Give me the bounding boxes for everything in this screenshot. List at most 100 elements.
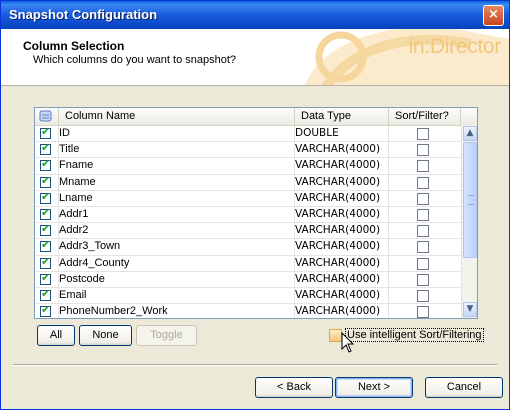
checkmark-icon: ✔ — [41, 238, 51, 252]
grid-header: Column Name Data Type Sort/Filter? — [35, 108, 477, 126]
table-row[interactable]: ✔ Postcode VARCHAR(4000) — [35, 271, 461, 288]
table-row[interactable]: ✔ Addr1 VARCHAR(4000) — [35, 205, 461, 224]
column-name-cell: Addr1 — [59, 207, 89, 220]
title-bar[interactable]: Snapshot Configuration × — [1, 1, 509, 29]
include-column-checkbox[interactable]: ✔ — [40, 271, 51, 285]
include-column-checkbox[interactable]: ✔ — [40, 141, 51, 156]
include-column-checkbox[interactable]: ✔ — [40, 303, 51, 318]
include-column-checkbox[interactable]: ✔ — [40, 254, 51, 269]
back-button[interactable]: < Back — [255, 377, 333, 398]
table-row[interactable]: ✔ Addr4_County VARCHAR(4000) — [35, 254, 461, 272]
data-type-cell: VARCHAR(4000) — [295, 175, 381, 188]
column-name-cell: Mname — [59, 175, 96, 188]
data-type-cell: VARCHAR(4000) — [295, 272, 381, 285]
include-column-checkbox[interactable]: ✔ — [40, 222, 51, 237]
grid-options-icon — [39, 110, 52, 122]
column-name-cell: ID — [59, 127, 70, 139]
table-row[interactable]: ✔ PhoneNumber2_Work VARCHAR(4000) — [35, 303, 461, 318]
cancel-button[interactable]: Cancel — [425, 377, 503, 398]
data-type-cell: VARCHAR(4000) — [295, 191, 381, 204]
checkmark-icon: ✔ — [41, 189, 51, 203]
column-name-cell: Addr2 — [59, 224, 89, 237]
table-row[interactable]: ✔ ID DOUBLE — [35, 125, 461, 143]
footer-separator — [13, 364, 497, 366]
wizard-header: in:Director Column Selection Which colum… — [1, 29, 509, 86]
sort-filter-checkbox[interactable] — [417, 208, 429, 221]
checkmark-icon: ✔ — [41, 303, 51, 317]
checkmark-icon: ✔ — [41, 222, 51, 236]
close-button[interactable]: × — [483, 5, 504, 26]
sort-filter-checkbox[interactable] — [417, 273, 429, 286]
data-type-cell: VARCHAR(4000) — [295, 240, 381, 253]
sort-filter-checkbox[interactable] — [417, 144, 429, 157]
sort-filter-checkbox[interactable] — [417, 225, 429, 238]
column-name-cell: Postcode — [59, 272, 105, 285]
table-row[interactable]: ✔ Addr2 VARCHAR(4000) — [35, 222, 461, 240]
column-name-cell: Email — [59, 288, 87, 301]
include-column-checkbox[interactable]: ✔ — [40, 205, 51, 220]
include-column-checkbox[interactable]: ✔ — [40, 238, 51, 253]
include-column-checkbox[interactable]: ✔ — [40, 286, 51, 301]
sort-filter-checkbox[interactable] — [417, 289, 429, 302]
toggle-button: Toggle — [136, 325, 197, 346]
sort-filter-checkbox[interactable] — [417, 306, 429, 318]
column-name-cell: Addr4_County — [59, 256, 130, 269]
sort-filter-checkbox[interactable] — [417, 128, 429, 140]
mouse-cursor-icon — [341, 332, 355, 353]
table-row[interactable]: ✔ Lname VARCHAR(4000) — [35, 189, 461, 207]
checkmark-icon: ✔ — [41, 141, 51, 155]
scroll-thumb[interactable] — [463, 142, 477, 258]
scroll-up-icon[interactable]: ▲ — [463, 126, 477, 141]
all-button[interactable]: All — [37, 325, 75, 346]
data-type-cell: VARCHAR(4000) — [295, 143, 381, 156]
column-grid: Column Name Data Type Sort/Filter? ✔ ID DO… — [34, 107, 478, 319]
column-name-cell: PhoneNumber2_Work — [59, 305, 168, 318]
vertical-scrollbar[interactable]: ▲ ▼ — [461, 125, 477, 318]
next-button[interactable]: Next > — [335, 377, 413, 398]
sort-filter-header[interactable]: Sort/Filter? — [389, 108, 461, 125]
column-name-cell: Title — [59, 143, 80, 156]
data-type-cell: VARCHAR(4000) — [295, 256, 381, 269]
column-name-cell: Lname — [59, 191, 93, 204]
sort-filter-checkbox[interactable] — [417, 176, 429, 189]
include-column-checkbox[interactable]: ✔ — [40, 189, 51, 204]
select-all-header[interactable] — [35, 108, 59, 125]
include-column-checkbox[interactable]: ✔ — [40, 125, 51, 139]
checkmark-icon: ✔ — [41, 205, 51, 219]
snapshot-configuration-dialog: Snapshot Configuration × in:Director Col… — [0, 0, 510, 410]
data-type-cell: VARCHAR(4000) — [295, 159, 381, 172]
sort-filter-checkbox[interactable] — [417, 160, 429, 173]
checkmark-icon: ✔ — [41, 125, 51, 138]
page-title: Column Selection — [23, 39, 125, 53]
column-name-header[interactable]: Column Name — [59, 108, 295, 125]
include-column-checkbox[interactable]: ✔ — [40, 157, 51, 172]
data-type-header[interactable]: Data Type — [295, 108, 389, 125]
grid-rows: ✔ ID DOUBLE ✔ Title VARCHAR(4000) ✔ Fname VARCHA… — [35, 125, 461, 318]
column-name-cell: Fname — [59, 159, 94, 172]
include-column-checkbox[interactable]: ✔ — [40, 173, 51, 188]
none-button[interactable]: None — [79, 325, 132, 346]
table-row[interactable]: ✔ Addr3_Town VARCHAR(4000) — [35, 238, 461, 256]
checkmark-icon: ✔ — [41, 157, 51, 171]
intelligent-sort-label[interactable]: Use intelligent Sort/Filtering — [345, 328, 484, 342]
checkmark-icon: ✔ — [41, 173, 51, 187]
grip-icon — [468, 195, 474, 205]
sort-filter-checkbox[interactable] — [417, 257, 429, 270]
brand-logo-text: in:Director — [408, 35, 502, 58]
table-row[interactable]: ✔ Mname VARCHAR(4000) — [35, 173, 461, 191]
column-name-cell: Addr3_Town — [59, 240, 121, 253]
close-icon: × — [488, 7, 499, 22]
checkmark-icon: ✔ — [41, 286, 51, 300]
table-row[interactable]: ✔ Email VARCHAR(4000) — [35, 286, 461, 305]
data-type-cell: VARCHAR(4000) — [295, 305, 381, 318]
data-type-cell: DOUBLE — [295, 127, 339, 139]
sort-filter-checkbox[interactable] — [417, 192, 429, 205]
scroll-down-icon[interactable]: ▼ — [463, 302, 477, 317]
table-row[interactable]: ✔ Title VARCHAR(4000) — [35, 141, 461, 159]
data-type-cell: VARCHAR(4000) — [295, 224, 381, 237]
checkmark-icon: ✔ — [41, 254, 51, 268]
page-subtitle: Which columns do you want to snapshot? — [33, 54, 237, 66]
table-row[interactable]: ✔ Fname VARCHAR(4000) — [35, 157, 461, 175]
sort-filter-checkbox[interactable] — [417, 241, 429, 254]
data-type-cell: VARCHAR(4000) — [295, 288, 381, 301]
